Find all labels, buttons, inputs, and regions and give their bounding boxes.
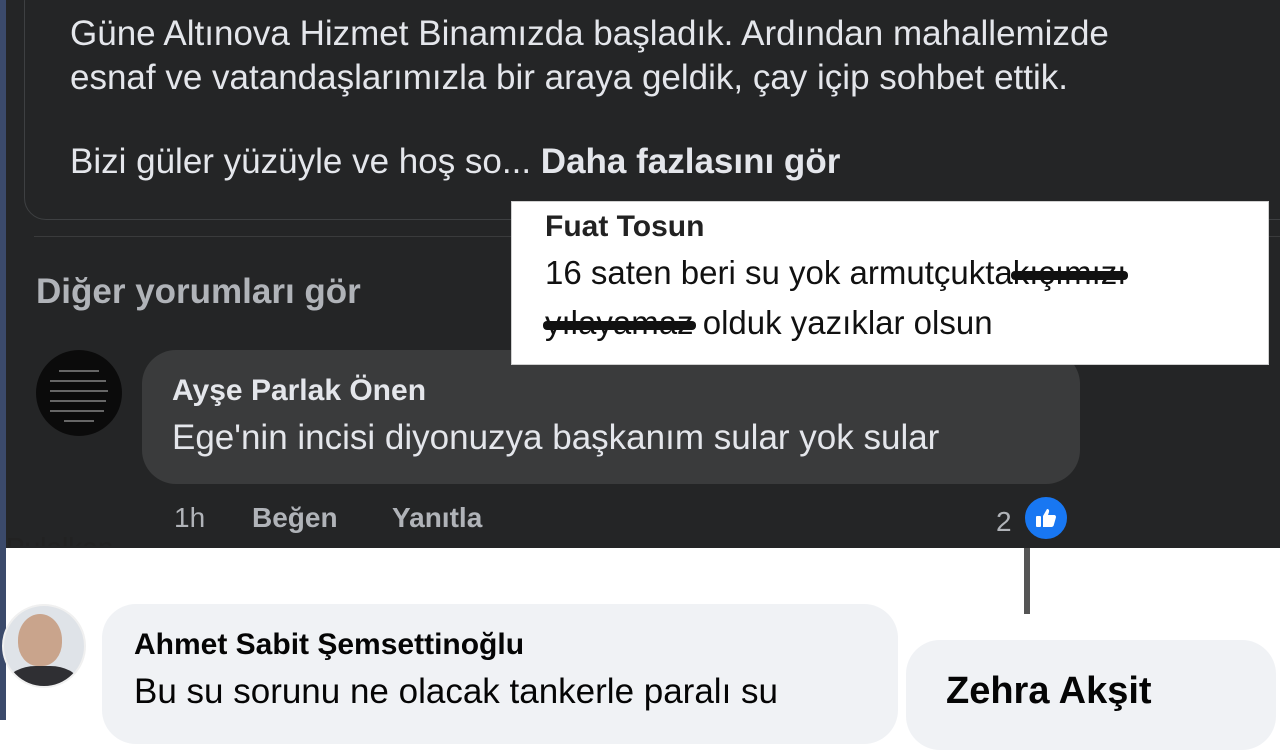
- comment-text: 16 saten beri su yok armutçukta: [545, 254, 1013, 291]
- post-text: Güne Altınova Hizmet Binamızda başladık.…: [70, 12, 1280, 100]
- overlay-line2: yılayamaz olduk yazıklar olsun: [543, 304, 993, 342]
- thumbs-up-icon[interactable]: [1022, 494, 1070, 542]
- post-text-line1: Güne Altınova Hizmet Binamızda başladık.…: [70, 14, 1109, 53]
- reply-button[interactable]: Yanıtla: [392, 502, 482, 534]
- comment-text: olduk yazıklar olsun: [702, 304, 993, 341]
- avatar[interactable]: [36, 350, 122, 436]
- post-text-line2: esnaf ve vatandaşlarımızla bir araya gel…: [70, 58, 1068, 97]
- see-more-link[interactable]: Daha fazlasını gör: [541, 142, 841, 181]
- cut-off-text: Pulalkan: [6, 532, 113, 546]
- left-edge-bar: [0, 0, 6, 720]
- scribbled-word: yılayamaz: [543, 304, 696, 341]
- comment-bubble: Zehra Akşit: [906, 640, 1276, 750]
- comment-time[interactable]: 1h: [174, 502, 205, 534]
- reaction-count[interactable]: 2: [996, 506, 1012, 538]
- comment-author[interactable]: Fuat Tosun: [545, 210, 704, 244]
- comment-text: Ege'nin incisi diyonuzya başkanım sular …: [172, 418, 940, 457]
- see-other-comments-link[interactable]: Diğer yorumları gör: [36, 272, 361, 312]
- scribbled-word: kıçımızı: [1010, 254, 1129, 291]
- avatar[interactable]: [2, 604, 86, 688]
- comment-bubble: Ahmet Sabit Şemsettinoğlu Bu su sorunu n…: [102, 604, 898, 744]
- scroll-indicator: [1024, 548, 1030, 614]
- comment-text: Bu su sorunu ne olacak tankerle paralı s…: [134, 672, 778, 711]
- pasted-comment-overlay: Fuat Tosun 16 saten beri su yok armutçuk…: [512, 202, 1268, 364]
- comment-author[interactable]: Ahmet Sabit Şemsettinoğlu: [134, 628, 524, 662]
- overlay-line1: 16 saten beri su yok armutçuktakıçımızı: [545, 254, 1129, 292]
- comment-author[interactable]: Ayşe Parlak Önen: [172, 374, 426, 408]
- like-button[interactable]: Beğen: [252, 502, 338, 534]
- comment-author[interactable]: Zehra Akşit: [946, 670, 1152, 713]
- post-truncated-line: Bizi güler yüzüyle ve hoş so... Daha faz…: [70, 140, 840, 184]
- post-truncated-text: Bizi güler yüzüyle ve hoş so...: [70, 142, 532, 181]
- comment-bubble: Ayşe Parlak Önen Ege'nin incisi diyonuzy…: [142, 350, 1080, 484]
